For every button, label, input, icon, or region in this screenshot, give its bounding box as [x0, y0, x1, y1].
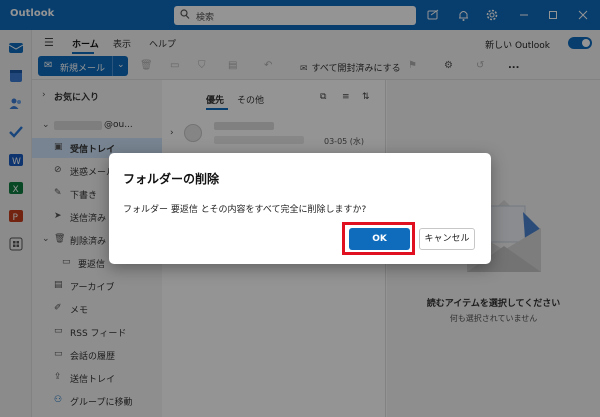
dialog-message: フォルダー 要返信 とその内容をすべて完全に削除しますか?	[123, 205, 367, 215]
dialog-title: フォルダーの削除	[123, 172, 220, 186]
ok-button[interactable]: OK	[349, 228, 410, 250]
delete-folder-dialog: フォルダーの削除 フォルダー 要返信 とその内容をすべて完全に削除しますか? O…	[109, 153, 491, 264]
cancel-button[interactable]: キャンセル	[419, 228, 475, 250]
